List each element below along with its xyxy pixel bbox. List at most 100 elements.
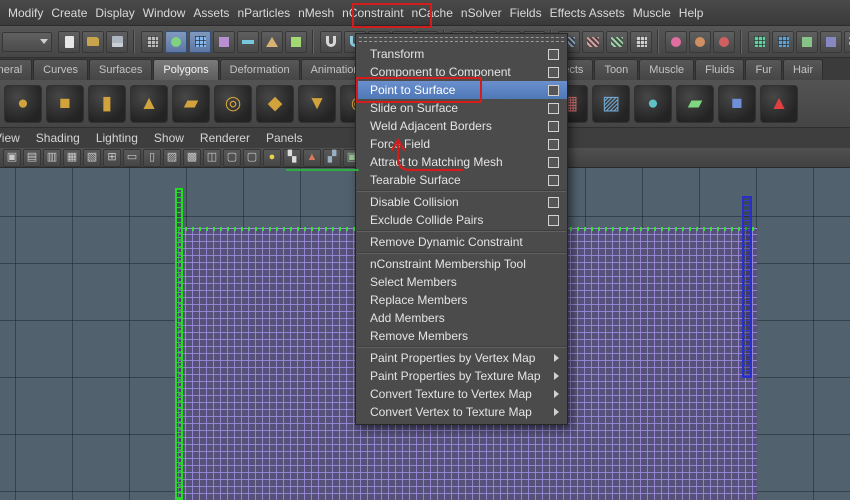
- ipr-render-icon[interactable]: [606, 30, 628, 53]
- menu-set-dropdown[interactable]: [2, 31, 52, 52]
- select-lines-icon[interactable]: [237, 30, 259, 53]
- menubar-item-assets[interactable]: Assets: [189, 0, 233, 26]
- panel-menu-view[interactable]: View: [0, 128, 28, 148]
- resolution-gate-toggle-icon[interactable]: ▯: [143, 148, 161, 167]
- menu-item-add-members[interactable]: Add Members: [356, 309, 567, 327]
- menu-item-remove-dynamic-constraint[interactable]: Remove Dynamic Constraint: [356, 233, 567, 251]
- option-box-icon[interactable]: [548, 120, 559, 132]
- menubar-item-effects-assets[interactable]: Effects Assets: [546, 0, 629, 26]
- poly-sphere-icon[interactable]: ●: [4, 84, 42, 123]
- render-settings-icon[interactable]: [630, 30, 652, 53]
- select-component-mode-icon[interactable]: [189, 30, 211, 53]
- menubar-item-modify[interactable]: Modify: [4, 0, 47, 26]
- menu-item-attract-to-matching-mesh[interactable]: Attract to Matching Mesh: [356, 153, 567, 171]
- poly-prism-icon[interactable]: ◆: [256, 84, 294, 123]
- menu-item-paint-properties-by-vertex-map[interactable]: Paint Properties by Vertex Map: [356, 349, 567, 367]
- nparticle-sphere-icon[interactable]: ●: [634, 84, 672, 123]
- shelf-tab-fluids[interactable]: Fluids: [695, 59, 745, 80]
- toolbar-group-separator[interactable]: [738, 29, 745, 54]
- select-hierarchy-icon[interactable]: [141, 30, 163, 53]
- film-gate-icon[interactable]: [844, 30, 850, 53]
- shelf-tab-surfaces[interactable]: Surfaces: [88, 59, 153, 80]
- wireframe-mode-icon[interactable]: ▢: [243, 148, 261, 167]
- save-scene-icon[interactable]: [106, 30, 128, 53]
- select-hulls-icon[interactable]: [285, 30, 307, 53]
- menu-tearoff-handle[interactable]: [359, 37, 564, 42]
- menubar-item-nsolver[interactable]: nSolver: [457, 0, 506, 26]
- menubar-item-ncache[interactable]: nCache: [408, 0, 457, 26]
- menu-item-paint-properties-by-texture-map[interactable]: Paint Properties by Texture Map: [356, 367, 567, 385]
- gate-mask-icon[interactable]: ▨: [163, 148, 181, 167]
- option-box-icon[interactable]: [548, 48, 559, 60]
- layout-four-pane-icon[interactable]: [820, 30, 842, 53]
- shelf-tab-muscle[interactable]: Muscle: [639, 59, 695, 80]
- toon-shading-icon[interactable]: [689, 30, 711, 53]
- menu-item-nconstraint-membership-tool[interactable]: nConstraint Membership Tool: [356, 255, 567, 273]
- toolbar-group-separator[interactable]: [310, 29, 317, 54]
- panel-menu-show[interactable]: Show: [146, 128, 192, 148]
- menubar-item-fields[interactable]: Fields: [506, 0, 546, 26]
- poly-cube-icon[interactable]: ■: [46, 84, 84, 123]
- menubar-item-nmesh[interactable]: nMesh: [294, 0, 338, 26]
- select-faces-icon[interactable]: [261, 30, 283, 53]
- film-gate-toggle-icon[interactable]: ▭: [123, 148, 141, 167]
- ncloth-create-icon[interactable]: ▰: [676, 84, 714, 123]
- poly-pyramid-icon[interactable]: ▼: [298, 84, 336, 123]
- menu-item-slide-on-surface[interactable]: Slide on Surface: [356, 99, 567, 117]
- menu-item-disable-collision[interactable]: Disable Collision: [356, 193, 567, 211]
- panel-menu-lighting[interactable]: Lighting: [88, 128, 146, 148]
- menu-item-transform[interactable]: Transform: [356, 45, 567, 63]
- poly-torus-icon[interactable]: ◎: [214, 84, 252, 123]
- option-box-icon[interactable]: [548, 138, 559, 150]
- menu-item-convert-vertex-to-texture-map[interactable]: Convert Vertex to Texture Map: [356, 403, 567, 421]
- menubar-item-nparticles[interactable]: nParticles: [233, 0, 294, 26]
- smooth-mesh-icon[interactable]: ▨: [592, 84, 630, 123]
- menu-item-weld-adjacent-borders[interactable]: Weld Adjacent Borders: [356, 117, 567, 135]
- menubar-item-display[interactable]: Display: [91, 0, 138, 26]
- xray-mode-icon[interactable]: ▞: [323, 148, 341, 167]
- menu-item-point-to-surface[interactable]: Point to Surface: [356, 81, 567, 99]
- lock-camera-icon[interactable]: ▤: [23, 148, 41, 167]
- menu-item-tearable-surface[interactable]: Tearable Surface: [356, 171, 567, 189]
- menu-item-force-field[interactable]: Force Field: [356, 135, 567, 153]
- option-box-icon[interactable]: [548, 156, 559, 168]
- left-selected-curve[interactable]: [175, 188, 183, 500]
- shelf-tab-toon[interactable]: Toon: [594, 59, 639, 80]
- shelf-tab-general[interactable]: General: [0, 59, 33, 80]
- snap-to-grid-icon[interactable]: [320, 30, 342, 53]
- poly-plane-icon[interactable]: ▰: [172, 84, 210, 123]
- shelf-tab-curves[interactable]: Curves: [33, 59, 88, 80]
- panel-menu-panels[interactable]: Panels: [258, 128, 311, 148]
- poly-cylinder-icon[interactable]: ▮: [88, 84, 126, 123]
- right-constraint-curve[interactable]: [742, 196, 752, 378]
- menubar-item-create[interactable]: Create: [47, 0, 91, 26]
- panel-menu-shading[interactable]: Shading: [28, 128, 88, 148]
- panel-menu-renderer[interactable]: Renderer: [192, 128, 258, 148]
- camera-attributes-icon[interactable]: ▥: [43, 148, 61, 167]
- menu-item-remove-members[interactable]: Remove Members: [356, 327, 567, 345]
- bookmarks-icon[interactable]: ▦: [63, 148, 81, 167]
- menubar-item-help[interactable]: Help: [675, 0, 708, 26]
- option-box-icon[interactable]: [548, 174, 559, 186]
- shelf-tab-hair[interactable]: Hair: [782, 59, 824, 80]
- field-chart-icon[interactable]: ▩: [183, 148, 201, 167]
- view-grid-toggle-icon[interactable]: ⊞: [103, 148, 121, 167]
- option-box-icon[interactable]: [548, 84, 559, 96]
- safe-action-icon[interactable]: ◫: [203, 148, 221, 167]
- toolbar-group-separator[interactable]: [655, 29, 662, 54]
- shelf-tab-fur[interactable]: Fur: [745, 59, 782, 80]
- select-object-mode-icon[interactable]: [165, 30, 187, 53]
- textured-mode-icon[interactable]: ▚: [283, 148, 301, 167]
- safe-title-icon[interactable]: ▢: [223, 148, 241, 167]
- nconstraint-shelf-icon[interactable]: ■: [718, 84, 756, 123]
- menu-item-convert-texture-to-vertex-map[interactable]: Convert Texture to Vertex Map: [356, 385, 567, 403]
- select-camera-icon[interactable]: ▣: [3, 148, 21, 167]
- render-current-frame-icon[interactable]: [582, 30, 604, 53]
- layout-single-pane-icon[interactable]: [796, 30, 818, 53]
- option-box-icon[interactable]: [548, 196, 559, 208]
- menubar-item-muscle[interactable]: Muscle: [629, 0, 675, 26]
- image-plane-icon[interactable]: ▧: [83, 148, 101, 167]
- menu-item-replace-members[interactable]: Replace Members: [356, 291, 567, 309]
- new-scene-icon[interactable]: [58, 30, 80, 53]
- toolbar-group-separator[interactable]: [131, 29, 138, 54]
